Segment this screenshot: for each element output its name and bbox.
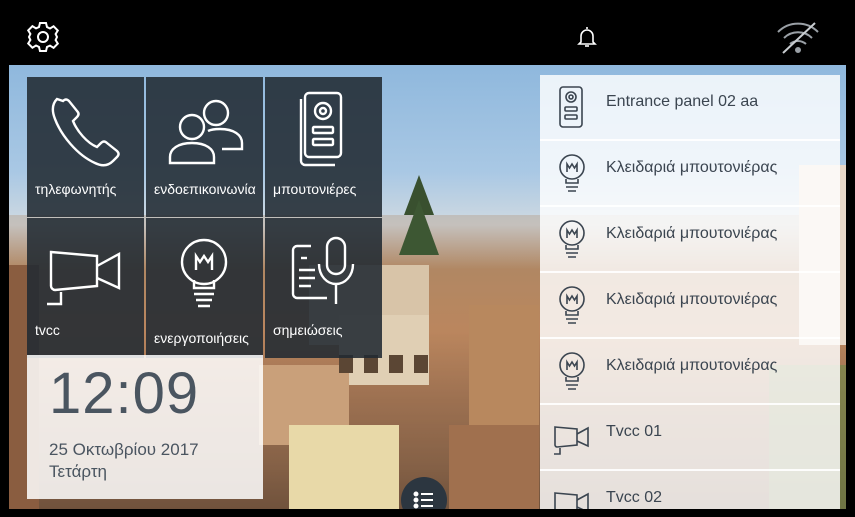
camera-icon [554,492,589,509]
tile-tvcc[interactable]: tvcc [27,218,144,358]
tile-answering-machine[interactable]: τηλεφωνητής [27,77,144,217]
list-item[interactable]: Κλειδαριά μπουτονιέρας [540,141,840,207]
voice-note-icon [291,236,355,304]
tile-label: tvcc [35,322,60,338]
list-item-label: Entrance panel 02 aa [606,93,759,110]
bulb-icon [559,286,585,324]
tile-entry-panels[interactable]: μπουτονιέρες [265,77,382,217]
clock-time: 12:09 [49,361,200,426]
entry-panel-icon [559,86,583,128]
bulb-icon [180,238,228,308]
tile-notes[interactable]: σημειώσεις [265,218,382,358]
list-item[interactable]: Tvcc 01 [540,405,840,471]
tile-intercom[interactable]: ενδοεπικοινωνία [146,77,263,217]
tile-label: μπουτονιέρες [273,181,357,197]
tile-label: σημειώσεις [273,322,343,338]
users-icon [168,99,244,165]
gear-icon[interactable] [25,19,61,55]
camera-icon [47,250,121,306]
camera-icon [554,426,589,455]
list-item-label: Κλειδαριά μπουτονιέρας [606,291,778,308]
bell-icon[interactable] [575,25,599,49]
clock-card: 12:09 25 Οκτωβρίου 2017 Τετάρτη [27,355,263,499]
tile-label: τηλεφωνητής [35,181,117,197]
list-item-label: Tvcc 02 [606,489,663,506]
list-item-label: Κλειδαριά μπουτονιέρας [606,159,778,176]
list-item[interactable]: Κλειδαριά μπουτονιέρας [540,207,840,273]
bulb-icon [559,154,585,192]
menu-list-icon [413,491,433,509]
clock-day: Τετάρτη [49,462,107,481]
list-item-label: Κλειδαριά μπουτονιέρας [606,357,778,374]
wifi-off-icon[interactable] [775,21,821,55]
list-item-label: Κλειδαριά μπουτονιέρας [606,225,778,242]
bulb-icon [559,352,585,390]
list-item[interactable]: Κλειδαριά μπουτονιέρας [540,339,840,405]
top-bar [9,9,846,65]
clock-date: 25 Οκτωβρίου 2017 [49,440,199,459]
intercom-screen: τηλεφωνητής ενδοεπικοινωνία μπουτονιέρες [9,9,846,509]
list-item[interactable]: Κλειδαριά μπουτονιέρας [540,273,840,339]
wallpaper: τηλεφωνητής ενδοεπικοινωνία μπουτονιέρες [9,65,846,509]
list-item-label: Tvcc 01 [606,423,663,440]
list-item[interactable]: Tvcc 02 [540,471,840,509]
device-list[interactable]: Entrance panel 02 aa Κλειδαριά μπουτονιέ… [540,75,840,509]
tile-activations[interactable]: ενεργοποιήσεις [146,218,263,358]
entry-panel-icon [299,91,343,167]
phone-icon [51,97,120,167]
tile-label: ενδοεπικοινωνία [154,181,256,197]
tile-label: ενεργοποιήσεις [154,330,249,346]
bulb-icon [559,220,585,258]
menu-button[interactable] [401,477,447,509]
list-item[interactable]: Entrance panel 02 aa [540,75,840,141]
